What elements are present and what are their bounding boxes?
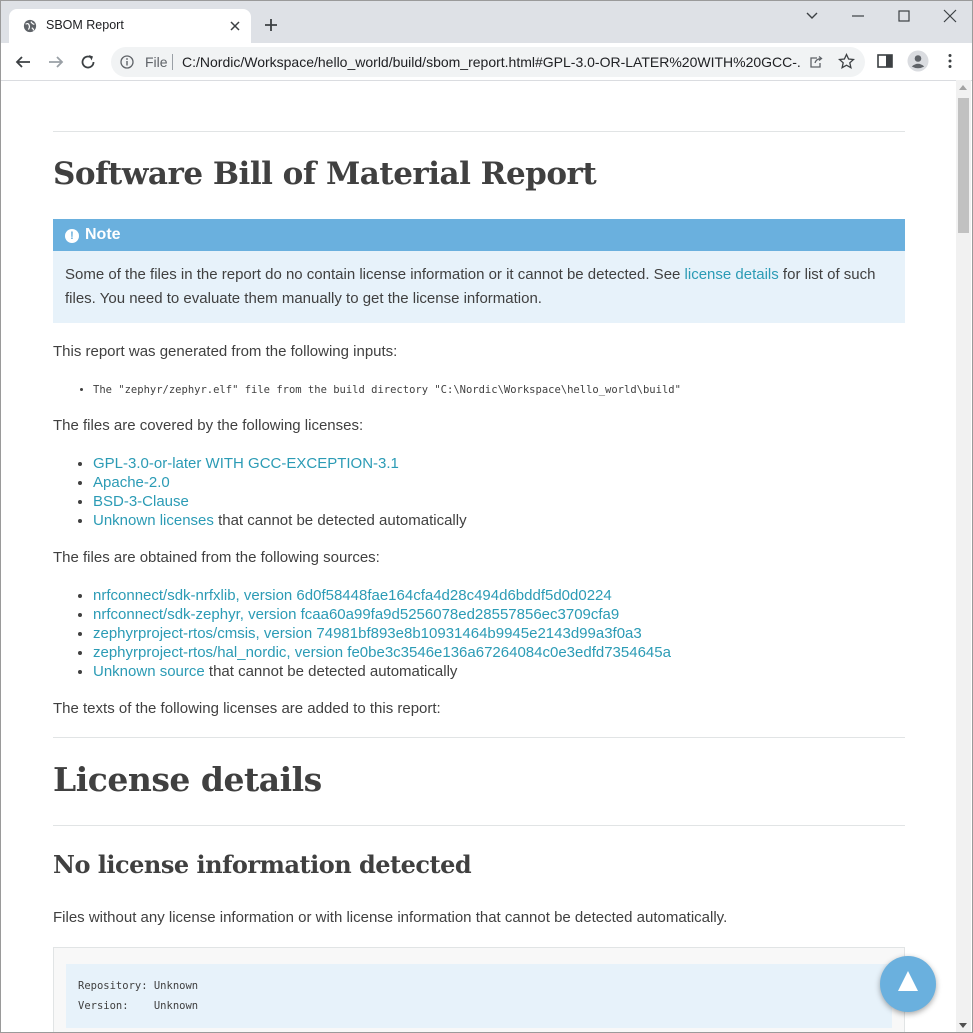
source-item: zephyrproject-rtos/hal_nordic, version f… — [93, 643, 671, 662]
license-item: GPL-3.0-or-later WITH GCC-EXCEPTION-3.1 — [93, 454, 467, 473]
license-details-heading: License details — [53, 760, 322, 799]
note-admonition: ! Note Some of the files in the report do… — [53, 219, 905, 323]
licenses-list: GPL-3.0-or-later WITH GCC-EXCEPTION-3.1 … — [93, 454, 467, 530]
menu-kebab-icon[interactable] — [941, 52, 959, 70]
license-details-link[interactable]: license details — [685, 266, 779, 283]
browser-tab[interactable]: SBOM Report — [9, 9, 251, 43]
scroll-down-arrow-icon[interactable] — [959, 1023, 967, 1028]
scheme-separator — [172, 54, 173, 70]
code-block: Repository: Unknown Version: Unknown — [53, 947, 905, 1032]
inputs-intro: This report was generated from the follo… — [53, 343, 398, 360]
source-item: nrfconnect/sdk-zephyr, version fcaa60a99… — [93, 605, 671, 624]
license-link[interactable]: Unknown licenses — [93, 512, 214, 529]
page-viewport: Software Bill of Material Report ! Note S… — [0, 80, 973, 1033]
close-tab-icon[interactable] — [227, 18, 243, 34]
source-link[interactable]: zephyrproject-rtos/hal_nordic, version f… — [93, 644, 671, 661]
source-link[interactable]: nrfconnect/sdk-zephyr, version fcaa60a99… — [93, 606, 619, 623]
sources-list: nrfconnect/sdk-nrfxlib, version 6d0f5844… — [93, 586, 671, 681]
browser-chrome: SBOM Report File C:/Nordic/Workspace/hel… — [0, 0, 973, 81]
scheme-label: File — [145, 54, 168, 70]
source-link[interactable]: Unknown source — [93, 663, 205, 680]
license-item: BSD-3-Clause — [93, 492, 467, 511]
maximize-icon[interactable] — [896, 9, 912, 23]
back-to-top-button[interactable] — [880, 956, 936, 1012]
forward-arrow-icon[interactable] — [47, 53, 65, 71]
licenses-intro: The files are covered by the following l… — [53, 417, 364, 434]
new-tab-icon[interactable] — [263, 17, 279, 33]
reload-icon[interactable] — [79, 53, 97, 71]
source-link[interactable]: nrfconnect/sdk-nrfxlib, version 6d0f5844… — [93, 587, 612, 604]
scrollbar-thumb[interactable] — [958, 98, 969, 233]
no-license-description: Files without any license information or… — [53, 909, 728, 926]
source-suffix: that cannot be detected automatically — [204, 663, 458, 680]
share-icon[interactable] — [808, 54, 824, 70]
license-link[interactable]: GPL-3.0-or-later WITH GCC-EXCEPTION-3.1 — [93, 455, 399, 472]
note-text-before: Some of the files in the report do no co… — [65, 266, 685, 283]
source-link[interactable]: zephyrproject-rtos/cmsis, version 74981b… — [93, 625, 642, 642]
page-title: Software Bill of Material Report — [53, 156, 597, 192]
up-triangle-icon — [898, 971, 918, 991]
license-link[interactable]: Apache-2.0 — [93, 474, 170, 491]
code-line: Repository: Unknown — [78, 980, 199, 992]
tab-strip: SBOM Report — [1, 1, 972, 43]
browser-toolbar: File C:/Nordic/Workspace/hello_world/bui… — [1, 43, 972, 81]
sources-intro: The files are obtained from the followin… — [53, 549, 380, 566]
texts-intro: The texts of the following licenses are … — [53, 700, 441, 717]
globe-icon — [23, 19, 37, 33]
top-divider — [53, 131, 905, 132]
close-window-icon[interactable] — [942, 9, 958, 23]
address-bar[interactable]: File C:/Nordic/Workspace/hello_world/bui… — [111, 47, 865, 77]
license-item: Apache-2.0 — [93, 473, 467, 492]
license-link[interactable]: BSD-3-Clause — [93, 493, 189, 510]
exclamation-icon: ! — [65, 229, 79, 243]
tab-search-icon[interactable] — [804, 9, 820, 23]
tab-title: SBOM Report — [46, 18, 124, 32]
back-arrow-icon[interactable] — [14, 53, 32, 71]
section-divider — [53, 737, 905, 738]
code-line: Version: Unknown — [78, 1000, 199, 1012]
input-item: The "zephyr/zephyr.elf" file from the bu… — [93, 381, 681, 400]
note-header: ! Note — [53, 219, 905, 251]
vertical-scrollbar[interactable] — [956, 80, 971, 1032]
source-item: Unknown source that cannot be detected a… — [93, 662, 671, 681]
side-panel-icon[interactable] — [876, 52, 894, 70]
profile-avatar-icon[interactable] — [907, 50, 929, 72]
license-item: Unknown licenses that cannot be detected… — [93, 511, 467, 530]
scroll-up-arrow-icon[interactable] — [959, 85, 967, 90]
bookmark-star-icon[interactable] — [838, 53, 855, 70]
url-text[interactable]: C:/Nordic/Workspace/hello_world/build/sb… — [182, 54, 802, 70]
note-heading: Note — [85, 226, 121, 243]
source-item: zephyrproject-rtos/cmsis, version 74981b… — [93, 624, 671, 643]
code-content: Repository: Unknown Version: Unknown — [66, 964, 892, 1028]
section-divider — [53, 825, 905, 826]
source-item: nrfconnect/sdk-nrfxlib, version 6d0f5844… — [93, 586, 671, 605]
no-license-heading: No license information detected — [53, 850, 472, 879]
minimize-icon[interactable] — [850, 9, 866, 23]
info-icon[interactable] — [120, 55, 134, 69]
inputs-list: The "zephyr/zephyr.elf" file from the bu… — [93, 381, 681, 400]
note-body: Some of the files in the report do no co… — [53, 251, 905, 311]
license-suffix: that cannot be detected automatically — [213, 512, 467, 529]
